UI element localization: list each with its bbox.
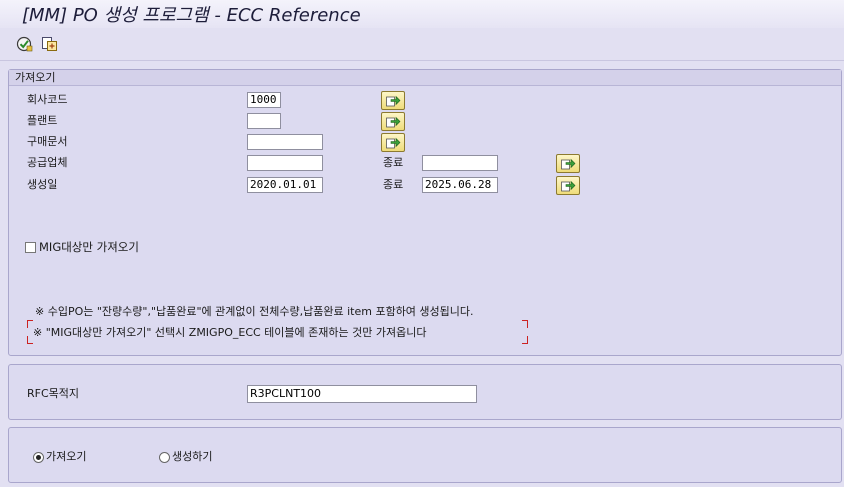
create-mode-label[interactable]: 생성하기 — [172, 449, 212, 465]
vendor-from-input[interactable] — [247, 155, 323, 171]
window-title: [MM] PO 생성 프로그램 - ECC Reference — [22, 5, 361, 26]
processing-mode-group — [8, 427, 842, 483]
fetch-group-title: 가져오기 — [9, 70, 841, 86]
multiple-selection-arrow-icon — [561, 158, 576, 170]
purchasing-document-input[interactable] — [247, 134, 323, 150]
company-code-label: 회사코드 — [27, 93, 68, 106]
application-toolbar — [0, 30, 844, 61]
get-variant-icon[interactable] — [41, 35, 59, 53]
creation-date-to-input[interactable]: 2025.06.28 — [422, 177, 498, 193]
mig-selection-note: ※ "MIG대상만 가져오기" 선택시 ZMIGPO_ECC 테이블에 존재하는… — [33, 326, 427, 339]
company-code-input[interactable]: 1000 — [247, 92, 281, 108]
company-code-multiple-selection-button[interactable] — [381, 91, 405, 110]
note-bracket-top-right — [522, 320, 528, 328]
creation-date-to-label: 종료 — [383, 178, 404, 191]
plant-multiple-selection-button[interactable] — [381, 112, 405, 131]
vendor-multiple-selection-button[interactable] — [556, 154, 580, 173]
plant-label: 플랜트 — [27, 114, 58, 127]
creation-date-label: 생성일 — [27, 178, 58, 191]
rfc-destination-label: RFC목적지 — [27, 387, 80, 400]
vendor-to-label: 종료 — [383, 156, 404, 169]
multiple-selection-arrow-icon — [386, 95, 401, 107]
vendor-to-input[interactable] — [422, 155, 498, 171]
execute-icon[interactable] — [16, 35, 34, 53]
plant-input[interactable] — [247, 113, 281, 129]
import-po-note: ※ 수입PO는 "잔량수량","납품완료"에 관계없이 전체수량,납품완료 it… — [35, 305, 474, 318]
multiple-selection-arrow-icon — [386, 116, 401, 128]
rfc-destination-input[interactable]: R3PCLNT100 — [247, 385, 477, 403]
multiple-selection-arrow-icon — [386, 137, 401, 149]
purchasing-document-multiple-selection-button[interactable] — [381, 133, 405, 152]
mig-only-label[interactable]: MIG대상만 가져오기 — [39, 239, 139, 255]
fetch-mode-label[interactable]: 가져오기 — [46, 449, 86, 465]
title-bar: [MM] PO 생성 프로그램 - ECC Reference — [0, 0, 844, 28]
creation-date-multiple-selection-button[interactable] — [556, 176, 580, 195]
fetch-mode-radio[interactable] — [33, 452, 44, 463]
multiple-selection-arrow-icon — [561, 180, 576, 192]
create-mode-radio[interactable] — [159, 452, 170, 463]
vendor-label: 공급업체 — [27, 156, 68, 169]
purchasing-document-label: 구매문서 — [27, 135, 68, 148]
mig-only-checkbox[interactable] — [25, 242, 36, 253]
note-bracket-bottom-right — [522, 336, 528, 344]
creation-date-from-input[interactable]: 2020.01.01 — [247, 177, 323, 193]
